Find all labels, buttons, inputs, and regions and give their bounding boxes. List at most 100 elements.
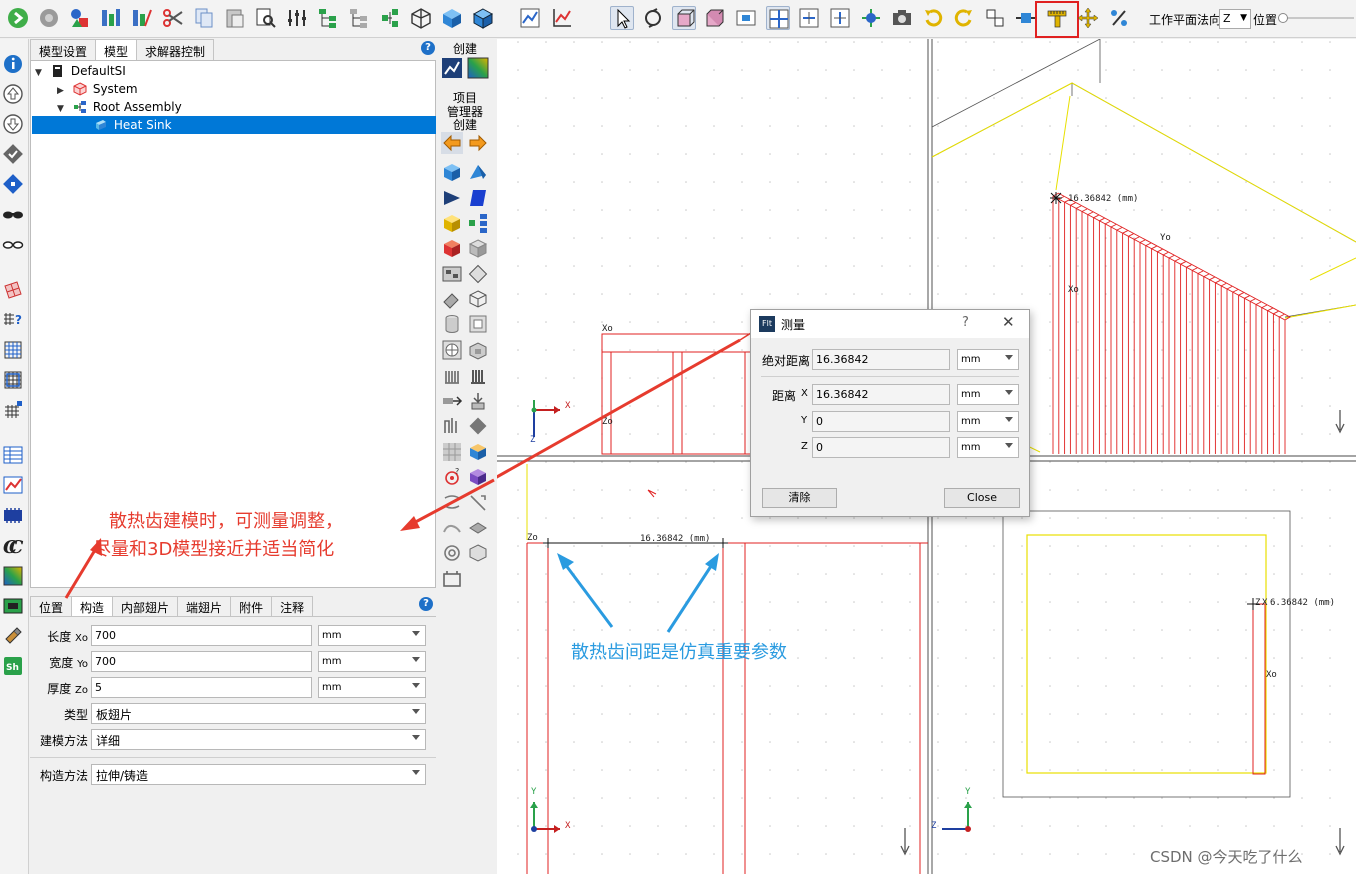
- move-arrows-icon[interactable]: [1076, 6, 1100, 30]
- tab-model-setup[interactable]: 模型设置: [30, 39, 97, 60]
- dark-glasses-icon[interactable]: [2, 203, 24, 225]
- wedge-icon[interactable]: [467, 161, 489, 183]
- glasses-icon[interactable]: [2, 233, 24, 255]
- grid-snap-icon[interactable]: [766, 6, 790, 30]
- cc-icon[interactable]: CC: [2, 535, 24, 558]
- plot-icon[interactable]: [550, 6, 574, 30]
- model-method-select[interactable]: 详细: [91, 729, 426, 750]
- diamond-icon[interactable]: [2, 173, 24, 195]
- info-icon[interactable]: [2, 53, 24, 75]
- camera-icon[interactable]: [890, 6, 914, 30]
- y-unit-select[interactable]: mm: [957, 411, 1019, 432]
- position-slider[interactable]: [1278, 13, 1354, 23]
- brush-icon[interactable]: [2, 625, 24, 647]
- view-orient-icon[interactable]: [859, 6, 883, 30]
- check-icon[interactable]: [2, 143, 24, 165]
- chart-create-icon[interactable]: [441, 57, 463, 79]
- align-vertical-icon[interactable]: [828, 6, 852, 30]
- cable-icon[interactable]: [441, 390, 463, 412]
- globe-icon[interactable]: [37, 6, 61, 30]
- thickness-unit-select[interactable]: mm: [318, 677, 426, 698]
- tree-item-root-assembly[interactable]: ▼ Root Assembly: [57, 98, 182, 116]
- prism-icon[interactable]: [441, 187, 463, 209]
- move-down-icon[interactable]: [2, 113, 24, 135]
- pink-cube-icon[interactable]: [672, 6, 696, 30]
- x-unit-select[interactable]: mm: [957, 384, 1019, 405]
- solid-cube-icon[interactable]: [440, 6, 464, 30]
- help-icon[interactable]: ?: [962, 315, 969, 330]
- sliders-icon[interactable]: [285, 6, 309, 30]
- abs-distance-field[interactable]: 16.36842: [812, 349, 950, 370]
- expand-icon[interactable]: ▼: [35, 64, 47, 82]
- view-fit-icon[interactable]: [734, 6, 758, 30]
- clear-button[interactable]: 清除: [762, 488, 837, 508]
- help-icon[interactable]: ?: [421, 41, 435, 55]
- red-cube-icon[interactable]: [441, 237, 463, 259]
- gradient-create-icon[interactable]: [467, 57, 489, 79]
- wire-box-icon[interactable]: [467, 288, 489, 310]
- select-pointer-icon[interactable]: [610, 6, 634, 30]
- slider-thumb[interactable]: [1278, 13, 1288, 23]
- back-arrow-icon[interactable]: [441, 132, 463, 154]
- z-unit-select[interactable]: mm: [957, 437, 1019, 458]
- board-create-icon[interactable]: [441, 263, 463, 285]
- duplicate-icon[interactable]: [983, 6, 1007, 30]
- tree-layout-icon[interactable]: [316, 6, 340, 30]
- cylinder-icon[interactable]: [441, 313, 463, 335]
- percent-icon[interactable]: [1107, 6, 1131, 30]
- shapes-icon[interactable]: [68, 6, 92, 30]
- length-input[interactable]: 700: [91, 625, 312, 646]
- close-button[interactable]: Close: [944, 488, 1020, 508]
- grid-select-icon[interactable]: [2, 369, 24, 391]
- width-unit-select[interactable]: mm: [318, 651, 426, 672]
- heatpipe-icon[interactable]: [441, 415, 463, 437]
- cut-icon[interactable]: [161, 6, 185, 30]
- diamond-create-icon[interactable]: [467, 263, 489, 285]
- align-icon[interactable]: [797, 6, 821, 30]
- gray-cube-icon[interactable]: [467, 237, 489, 259]
- distance-x-field[interactable]: 16.36842: [812, 384, 950, 405]
- plane-axis-select[interactable]: Z ▼: [1219, 9, 1251, 29]
- find-icon[interactable]: [254, 6, 278, 30]
- tab-solver-control[interactable]: 求解器控制: [136, 39, 215, 60]
- rotate-ccw-icon[interactable]: [921, 6, 945, 30]
- outlined-cube-icon[interactable]: [471, 6, 495, 30]
- grid-question-icon[interactable]: ?: [2, 309, 24, 331]
- close-icon[interactable]: ✕: [1002, 313, 1015, 331]
- run-icon[interactable]: [6, 6, 30, 30]
- hierarchy-icon[interactable]: [378, 6, 402, 30]
- distance-z-field[interactable]: 0: [812, 437, 950, 458]
- tree-item-defaultsi[interactable]: ▼ DefaultSI: [35, 62, 126, 80]
- pink-box-icon[interactable]: [703, 6, 727, 30]
- component-icon[interactable]: [467, 390, 489, 412]
- fan-icon[interactable]: [441, 339, 463, 361]
- heatsink-3d-icon[interactable]: [467, 365, 489, 387]
- paste-icon[interactable]: [223, 6, 247, 30]
- thickness-input[interactable]: 5: [91, 677, 312, 698]
- graph-icon[interactable]: [518, 6, 542, 30]
- copy-icon[interactable]: [192, 6, 216, 30]
- length-unit-select[interactable]: mm: [318, 625, 426, 646]
- cooler-icon[interactable]: [467, 441, 489, 463]
- grid-icon[interactable]: [2, 339, 24, 361]
- eraser-icon[interactable]: [441, 288, 463, 310]
- chart-icon[interactable]: [2, 474, 24, 496]
- yellow-cube-icon[interactable]: [441, 212, 463, 234]
- decompose-icon[interactable]: [130, 6, 154, 30]
- heatsink-create-icon[interactable]: [441, 365, 463, 387]
- enclosure-icon[interactable]: [467, 339, 489, 361]
- pattern-icon[interactable]: [441, 441, 463, 463]
- gray-diamond-icon[interactable]: [467, 415, 489, 437]
- shell-icon[interactable]: Sh: [2, 655, 24, 677]
- fine-grid-icon[interactable]: [2, 399, 24, 421]
- table-icon[interactable]: [2, 444, 24, 466]
- forward-arrow-icon[interactable]: [467, 132, 489, 154]
- distance-y-field[interactable]: 0: [812, 411, 950, 432]
- construct-method-select[interactable]: 拉伸/铸造: [91, 764, 426, 785]
- square-frame-icon[interactable]: [467, 313, 489, 335]
- gradient-icon[interactable]: [2, 565, 24, 587]
- split-icon[interactable]: [467, 492, 489, 514]
- wireframe-cube-icon[interactable]: [409, 6, 433, 30]
- width-input[interactable]: 700: [91, 651, 312, 672]
- source-target-icon[interactable]: ?: [441, 466, 463, 488]
